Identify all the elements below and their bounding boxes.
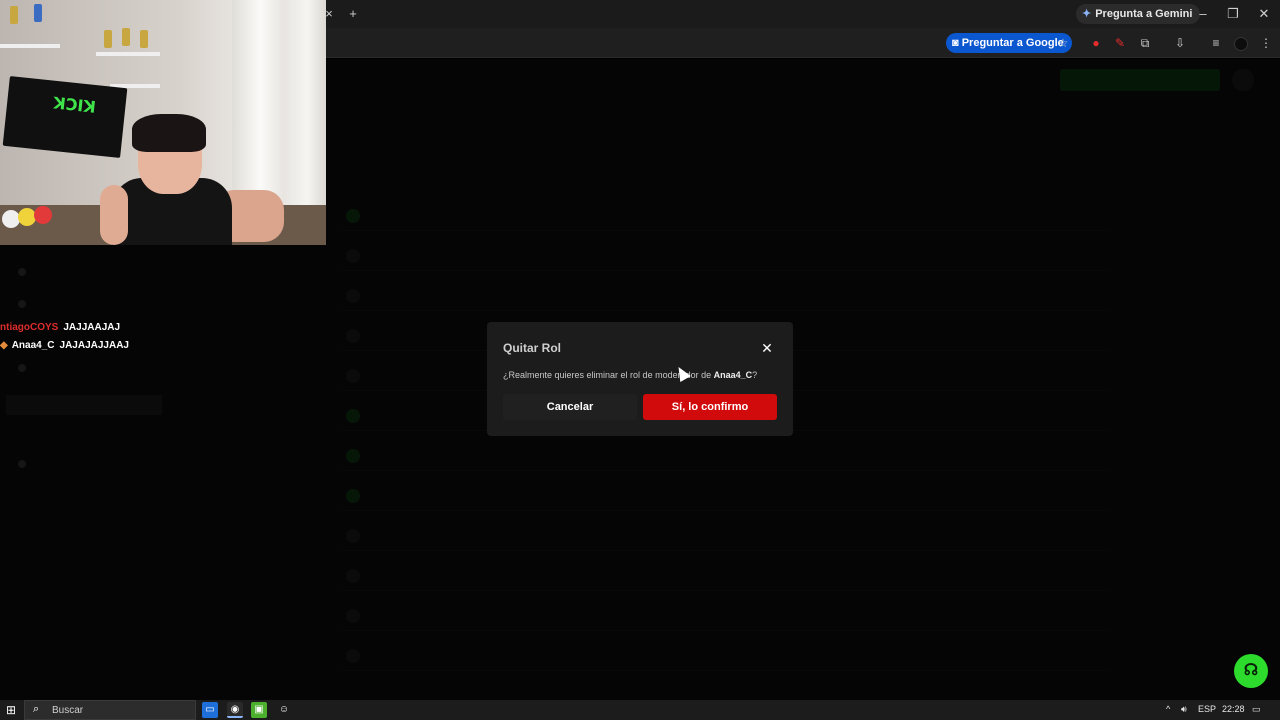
extension-red-icon[interactable]: ● <box>1086 33 1106 53</box>
google-ask-label: Preguntar a Google <box>961 37 1064 49</box>
language-indicator[interactable]: ESP <box>1198 704 1216 714</box>
chat-text: JAJAJAJJAAJ <box>59 340 129 351</box>
taskbar-search[interactable]: ⌕ Buscar <box>24 700 196 720</box>
sidebar-item[interactable] <box>18 363 36 381</box>
search-icon: ⌕ <box>33 703 40 715</box>
tray-chevron-icon[interactable]: ^ <box>1166 704 1170 714</box>
close-window-icon[interactable]: ✕ <box>1253 0 1275 28</box>
sidebar-item-active[interactable] <box>6 395 162 415</box>
sidebar-item[interactable] <box>18 267 36 285</box>
sparkle-icon: ✦ <box>1082 8 1092 20</box>
dialog-message: ¿Realmente quieres eliminar el rol de mo… <box>503 370 757 380</box>
webcam-overlay: KICK <box>0 0 326 245</box>
chat-message: ◆ Anaa4_C JAJAJAJJAAJ <box>0 340 129 356</box>
profile-avatar-icon[interactable] <box>1231 33 1251 53</box>
downloads-icon[interactable]: ⇩ <box>1170 33 1190 53</box>
confirm-button[interactable]: Sí, lo confirmo <box>643 394 777 420</box>
volume-icon[interactable]: 🔊︎ <box>1181 704 1187 715</box>
taskbar-app-icon[interactable]: ▣ <box>251 702 267 718</box>
dialog-title: Quitar Rol <box>503 341 562 355</box>
lens-icon: ◙ <box>952 37 962 49</box>
chat-username: Anaa4_C <box>11 340 55 351</box>
banner-text: KICK <box>52 92 97 117</box>
search-placeholder: Buscar <box>52 705 84 716</box>
help-chat-button[interactable]: ☊ <box>1234 654 1268 688</box>
chat-username: ntiagoCOYS <box>0 322 59 333</box>
kick-banner: KICK <box>2 76 128 158</box>
restore-window-icon[interactable]: ❐ <box>1222 0 1244 28</box>
clock[interactable]: 22:28 <box>1222 704 1245 714</box>
chrome-taskbar-icon[interactable]: ◉ <box>227 702 243 718</box>
new-tab-button[interactable]: + <box>342 0 364 28</box>
taskbar-app-icon[interactable]: ☺ <box>276 702 292 718</box>
bookmark-star-icon[interactable]: ☆ <box>1053 33 1073 53</box>
notifications-icon[interactable]: ▭ <box>1252 704 1261 715</box>
modal-backdrop[interactable] <box>326 59 1280 700</box>
chat-badge-icon: ◆ <box>0 340 8 351</box>
close-icon[interactable]: ✕ <box>759 340 775 356</box>
chat-text: JAJJAAJAJ <box>63 322 121 333</box>
media-control-icon[interactable]: ≡ <box>1206 33 1226 53</box>
windows-taskbar: ⊞ ⌕ Buscar ▭ ◉ ▣ ☺ ^ 🔊︎ ESP 22:28 ▭ <box>0 700 1280 720</box>
minimize-window-icon[interactable]: – <box>1192 0 1214 28</box>
sidebar-item[interactable] <box>18 459 36 477</box>
dialog-message-end: ? <box>752 370 758 380</box>
cancel-button[interactable]: Cancelar <box>503 394 637 420</box>
dialog-username: Anaa4_C <box>713 370 753 380</box>
headset-icon: ☊ <box>1243 662 1259 679</box>
browser-menu-icon[interactable]: ⋮ <box>1256 33 1276 53</box>
gemini-label: Pregunta a Gemini <box>1095 8 1193 20</box>
sidebar-item[interactable] <box>18 299 36 317</box>
extensions-puzzle-icon[interactable]: ⧉ <box>1135 33 1155 53</box>
remove-role-dialog: Quitar Rol ✕ ¿Realmente quieres eliminar… <box>487 322 793 436</box>
chat-message: ntiagoCOYS JAJJAAJAJ <box>0 322 120 338</box>
taskbar-app-icon[interactable]: ▭ <box>202 702 218 718</box>
gemini-button[interactable]: ✦ Pregunta a Gemini <box>1076 4 1201 24</box>
windows-start-icon[interactable]: ⊞ <box>4 703 18 717</box>
extension-icon[interactable]: ✎ <box>1110 33 1130 53</box>
